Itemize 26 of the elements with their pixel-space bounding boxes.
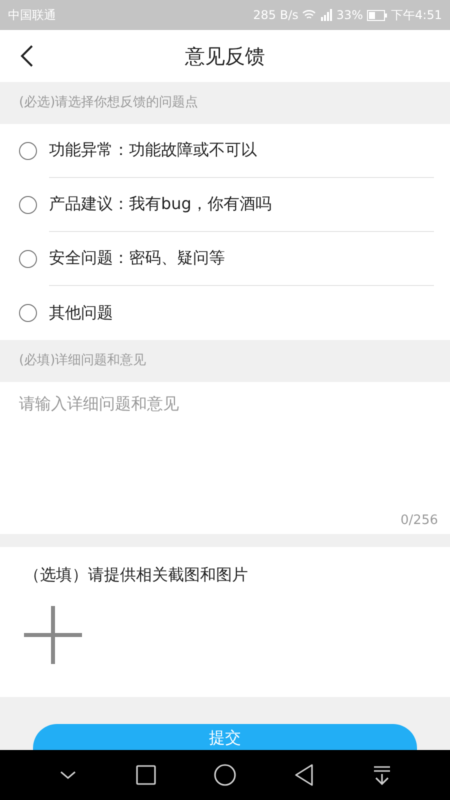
back-icon [20, 44, 34, 68]
notification-pull-icon[interactable] [372, 765, 391, 785]
plus-icon [24, 606, 82, 664]
chevron-down-icon[interactable] [59, 770, 78, 780]
page-title: 意见反馈 [185, 42, 265, 70]
signal-icon [320, 9, 332, 21]
recent-apps-icon[interactable] [136, 765, 156, 785]
home-icon[interactable] [214, 764, 236, 786]
option-label: 其他问题 [49, 302, 114, 324]
network-speed: 285 B/s [253, 8, 298, 22]
back-nav-icon[interactable] [294, 764, 314, 786]
radio-button[interactable] [19, 142, 37, 160]
clock: 下午4:51 [391, 6, 442, 24]
character-counter: 0/256 [400, 513, 438, 528]
upload-label: （选填）请提供相关截图和图片 [24, 565, 249, 586]
section-header: (必选)请选择你想反馈的问题点 [18, 94, 200, 112]
radio-button[interactable] [19, 304, 37, 322]
battery-percent: 33% [336, 8, 364, 22]
section-header: (必填)详细问题和意见 [18, 352, 148, 370]
battery-icon [367, 10, 388, 20]
wifi-icon [302, 9, 316, 21]
radio-button[interactable] [19, 196, 37, 214]
radio-button[interactable] [19, 250, 37, 268]
carrier-name: 中国联通 [8, 6, 56, 24]
radio-option[interactable]: 其他问题 [0, 286, 450, 340]
add-image-button[interactable] [24, 606, 82, 664]
